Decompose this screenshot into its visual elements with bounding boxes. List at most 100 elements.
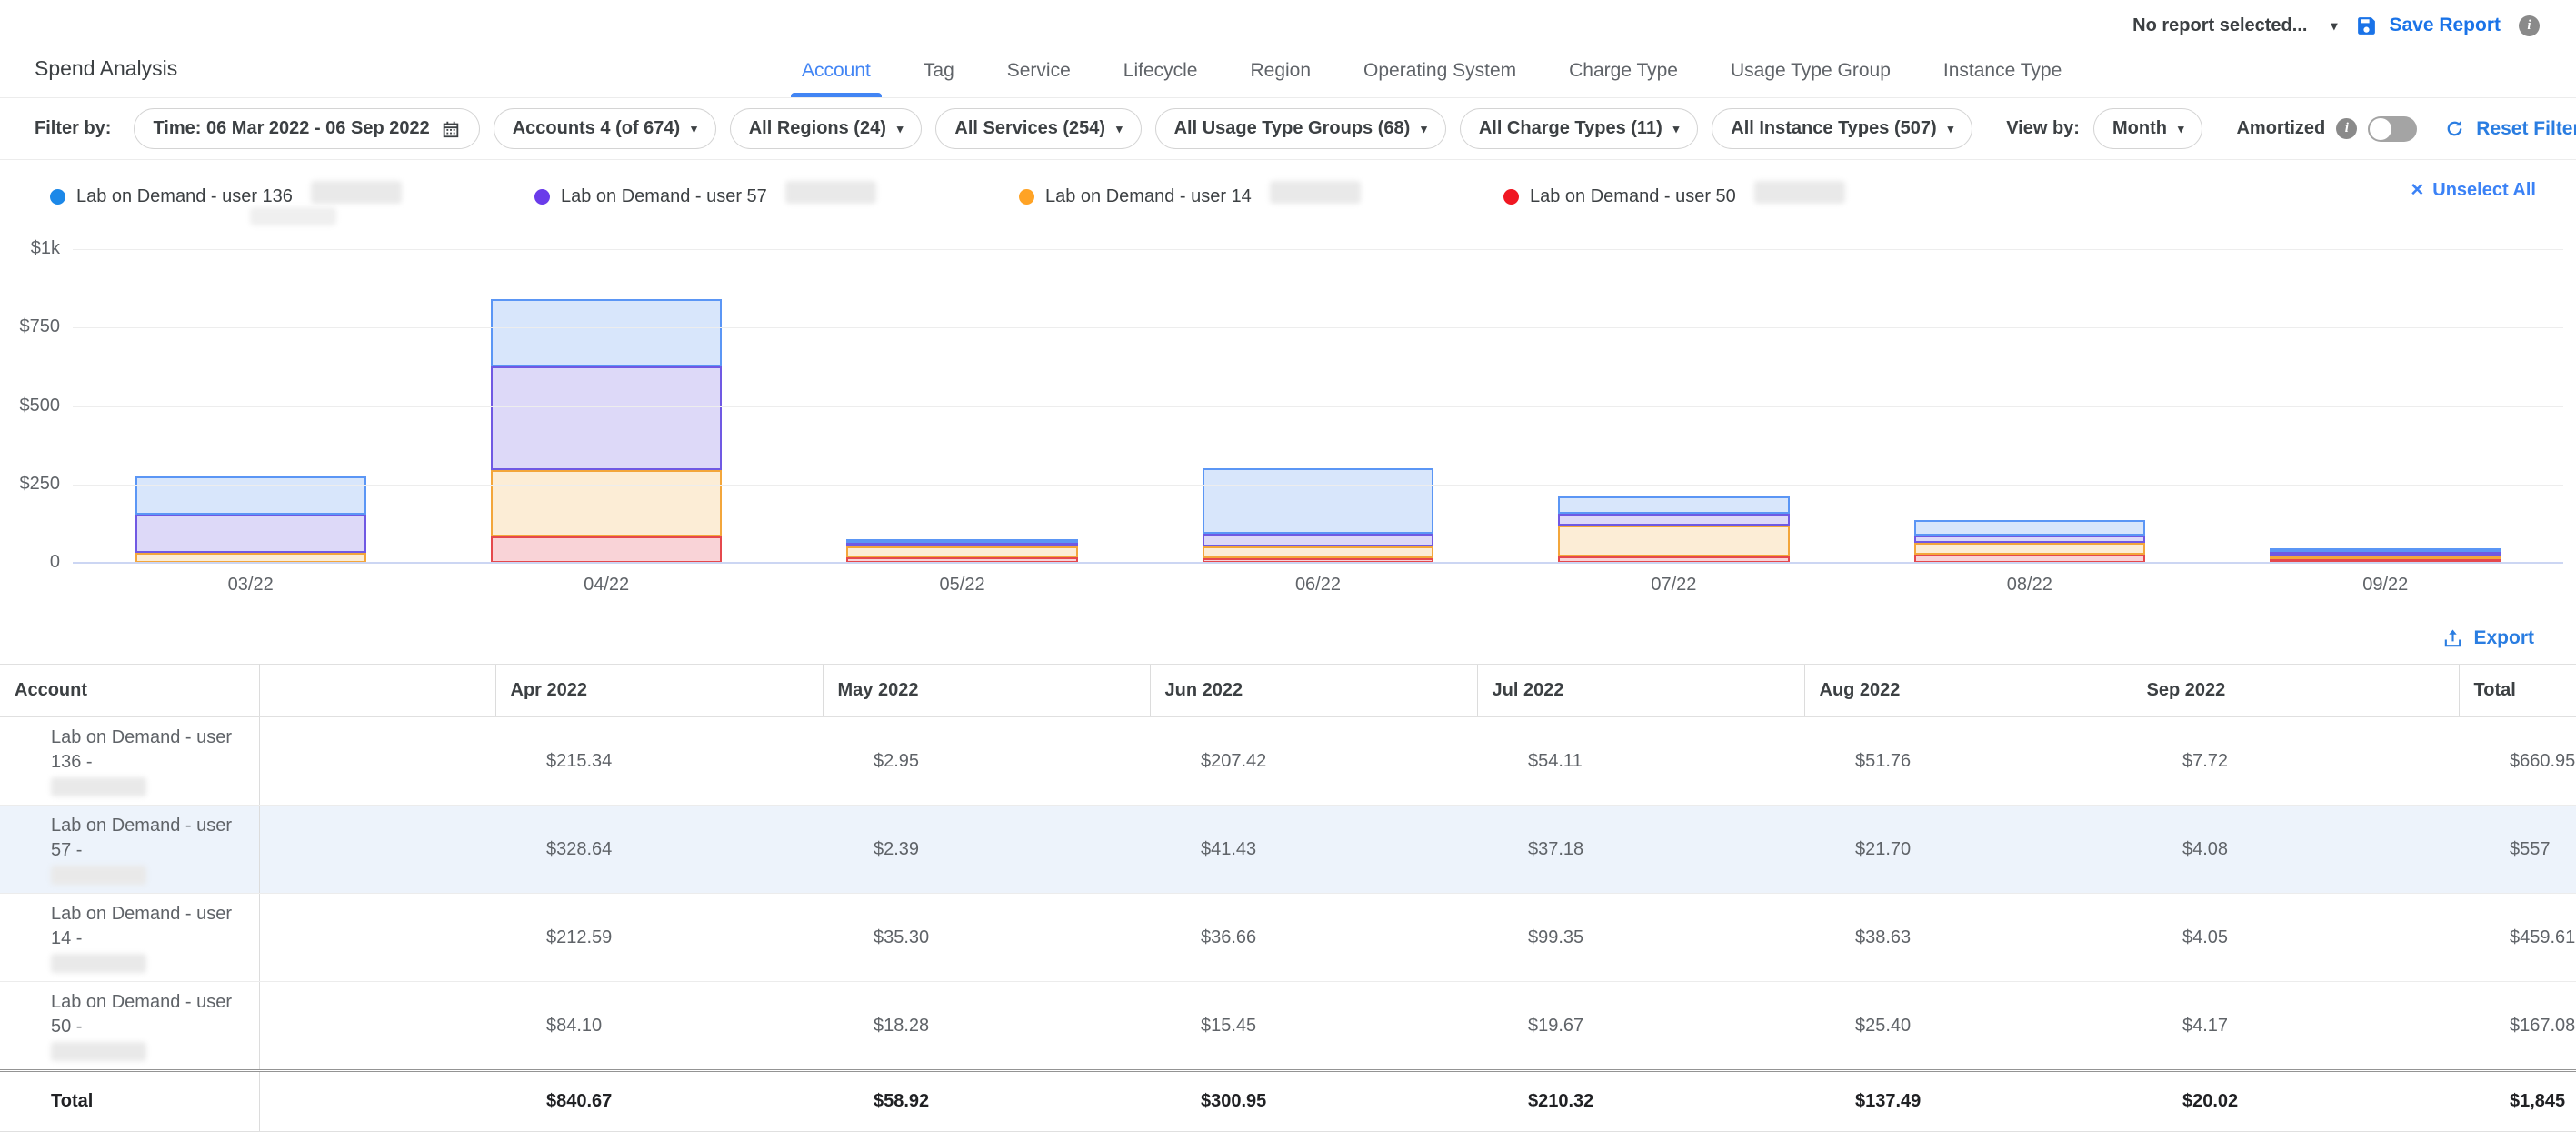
- view-by-label: View by:: [2006, 118, 2080, 139]
- total-value-cell: $557: [2459, 806, 2576, 894]
- x-tick-label: 09/22: [2208, 575, 2563, 596]
- save-icon: [2355, 15, 2378, 37]
- chart-legend: Lab on Demand - user 136 Lab on Demand - …: [0, 160, 2576, 222]
- gridline-1000: [73, 249, 2563, 250]
- month-value-cell: $36.66: [1150, 894, 1477, 982]
- bar-segment-lab-on-demand-user-57[interactable]: [491, 366, 722, 469]
- month-column-header[interactable]: May 2022: [823, 665, 1150, 717]
- bar-segment-lab-on-demand-user-14[interactable]: [1558, 526, 1789, 556]
- bar-segment-lab-on-demand-user-136[interactable]: [135, 476, 366, 515]
- filter-dropdown-accounts-4-of-674[interactable]: Accounts 4 (of 674)▾: [494, 108, 716, 149]
- bar-segment-lab-on-demand-user-136[interactable]: [491, 299, 722, 366]
- month-column-header[interactable]: Apr 2022: [495, 665, 823, 717]
- stacked-bar-05-22[interactable]: [846, 539, 1077, 563]
- bar-segment-lab-on-demand-user-57[interactable]: [1203, 534, 1433, 546]
- filter-dropdown-all-regions-24[interactable]: All Regions (24)▾: [730, 108, 923, 149]
- redacted-text: [785, 181, 876, 204]
- tab-service[interactable]: Service: [1005, 60, 1073, 97]
- filter-dropdown-all-usage-type-groups-68[interactable]: All Usage Type Groups (68)▾: [1155, 108, 1446, 149]
- tab-usage-type-group[interactable]: Usage Type Group: [1729, 60, 1892, 97]
- filter-dropdown-all-services-254[interactable]: All Services (254)▾: [935, 108, 1141, 149]
- month-column-header[interactable]: Sep 2022: [2132, 665, 2459, 717]
- info-icon[interactable]: i: [2336, 118, 2357, 139]
- month-column-header[interactable]: Aug 2022: [1804, 665, 2132, 717]
- export-button[interactable]: Export: [2442, 627, 2534, 649]
- bar-segment-lab-on-demand-user-50[interactable]: [491, 536, 722, 563]
- chart-plot-area: [73, 249, 2563, 563]
- month-column-header[interactable]: Jun 2022: [1150, 665, 1477, 717]
- bar-segment-lab-on-demand-user-14[interactable]: [1203, 546, 1433, 558]
- table-header-row: Account Apr 2022 May 2022 Jun 2022 Jul 2…: [0, 665, 2576, 717]
- tab-instance-type[interactable]: Instance Type: [1942, 60, 2063, 97]
- blank-cell: [259, 717, 495, 806]
- stacked-bar-03-22[interactable]: [135, 476, 366, 563]
- gridline-250: [73, 485, 2563, 486]
- save-report-button[interactable]: Save Report: [2355, 15, 2501, 37]
- month-value-cell: $215.34: [495, 717, 823, 806]
- account-cell: Lab on Demand - user 50 -: [0, 982, 259, 1071]
- bar-segment-lab-on-demand-user-136[interactable]: [1203, 468, 1433, 534]
- month-value-cell: $212.59: [495, 894, 823, 982]
- stacked-bar-07-22[interactable]: [1558, 496, 1789, 563]
- bar-segment-lab-on-demand-user-136[interactable]: [1558, 496, 1789, 514]
- legend-item-lab-on-demand-user-14[interactable]: Lab on Demand - user 14: [1019, 176, 1503, 216]
- bar-segment-lab-on-demand-user-57[interactable]: [1914, 536, 2145, 542]
- month-value-cell: $99.35: [1477, 894, 1804, 982]
- time-filter-value: Time: 06 Mar 2022 - 06 Sep 2022: [153, 118, 429, 139]
- amortized-toggle[interactable]: [2368, 116, 2417, 142]
- stacked-bar-09-22[interactable]: [2270, 548, 2501, 563]
- bar-segment-lab-on-demand-user-57[interactable]: [1558, 514, 1789, 526]
- legend-item-label: Lab on Demand - user 136: [76, 186, 293, 207]
- stacked-bar-08-22[interactable]: [1914, 520, 2145, 563]
- total-column-header[interactable]: Total: [2459, 665, 2576, 717]
- report-selector-dropdown[interactable]: No report selected... ▾: [2132, 15, 2337, 36]
- bar-segment-lab-on-demand-user-57[interactable]: [135, 515, 366, 553]
- stacked-bar-06-22[interactable]: [1203, 468, 1433, 563]
- legend-item-lab-on-demand-user-50[interactable]: Lab on Demand - user 50: [1503, 176, 1988, 216]
- bar-segment-lab-on-demand-user-14[interactable]: [1914, 543, 2145, 555]
- redacted-text: [311, 181, 402, 204]
- legend-item-label: Lab on Demand - user 14: [1045, 186, 1252, 207]
- reset-filters-button[interactable]: Reset Filters: [2444, 118, 2576, 140]
- amortized-control: Amortized i: [2236, 116, 2417, 142]
- info-icon[interactable]: i: [2519, 15, 2540, 36]
- month-value-cell: $7.72: [2132, 717, 2459, 806]
- legend-items: Lab on Demand - user 136 Lab on Demand - …: [50, 176, 1988, 216]
- filter-dropdown-all-instance-types-507[interactable]: All Instance Types (507)▾: [1712, 108, 1972, 149]
- month-value-cell: $25.40: [1804, 982, 2132, 1071]
- redacted-text: [51, 954, 146, 973]
- stacked-bar-04-22[interactable]: [491, 299, 722, 563]
- bar-segment-lab-on-demand-user-136[interactable]: [1914, 520, 2145, 536]
- tab-operating-system[interactable]: Operating System: [1362, 60, 1518, 97]
- x-tick-label: 07/22: [1496, 575, 1852, 596]
- legend-dot-icon: [50, 189, 65, 205]
- tab-account[interactable]: Account: [800, 60, 873, 97]
- time-filter-pill[interactable]: Time: 06 Mar 2022 - 06 Sep 2022: [134, 108, 479, 149]
- bar-segment-lab-on-demand-user-14[interactable]: [491, 470, 722, 536]
- unselect-all-label: Unselect All: [2432, 180, 2536, 201]
- legend-dot-icon: [1019, 189, 1034, 205]
- bar-segment-lab-on-demand-user-14[interactable]: [846, 546, 1077, 557]
- top-bar: No report selected... ▾ Save Report i: [0, 0, 2576, 38]
- legend-item-lab-on-demand-user-57[interactable]: Lab on Demand - user 57: [534, 176, 1019, 216]
- filter-dropdowns: Accounts 4 (of 674)▾ All Regions (24)▾ All…: [494, 108, 1972, 149]
- legend-item-lab-on-demand-user-136[interactable]: Lab on Demand - user 136: [50, 176, 534, 216]
- month-value-cell: $2.95: [823, 717, 1150, 806]
- month-value-cell: $58.92: [823, 1071, 1150, 1132]
- unselect-all-button[interactable]: ✕ Unselect All: [2410, 180, 2536, 201]
- filter-dropdown-all-charge-types-11[interactable]: All Charge Types (11)▾: [1460, 108, 1698, 149]
- tab-region[interactable]: Region: [1248, 60, 1313, 97]
- legend-dot-icon: [534, 189, 550, 205]
- chevron-down-icon: ▾: [1673, 123, 1680, 135]
- filter-dropdown-label: All Services (254): [954, 118, 1105, 139]
- redacted-text: [51, 1042, 146, 1061]
- account-column-header[interactable]: Account: [0, 665, 259, 717]
- account-cell: Lab on Demand - user 14 -: [0, 894, 259, 982]
- month-column-header[interactable]: Jul 2022: [1477, 665, 1804, 717]
- view-by-dropdown[interactable]: Month ▾: [2093, 108, 2203, 149]
- tab-tag[interactable]: Tag: [922, 60, 956, 97]
- export-label: Export: [2473, 627, 2534, 649]
- tab-charge-type[interactable]: Charge Type: [1567, 60, 1680, 97]
- tab-lifecycle[interactable]: Lifecycle: [1122, 60, 1200, 97]
- blank-cell: [259, 982, 495, 1071]
